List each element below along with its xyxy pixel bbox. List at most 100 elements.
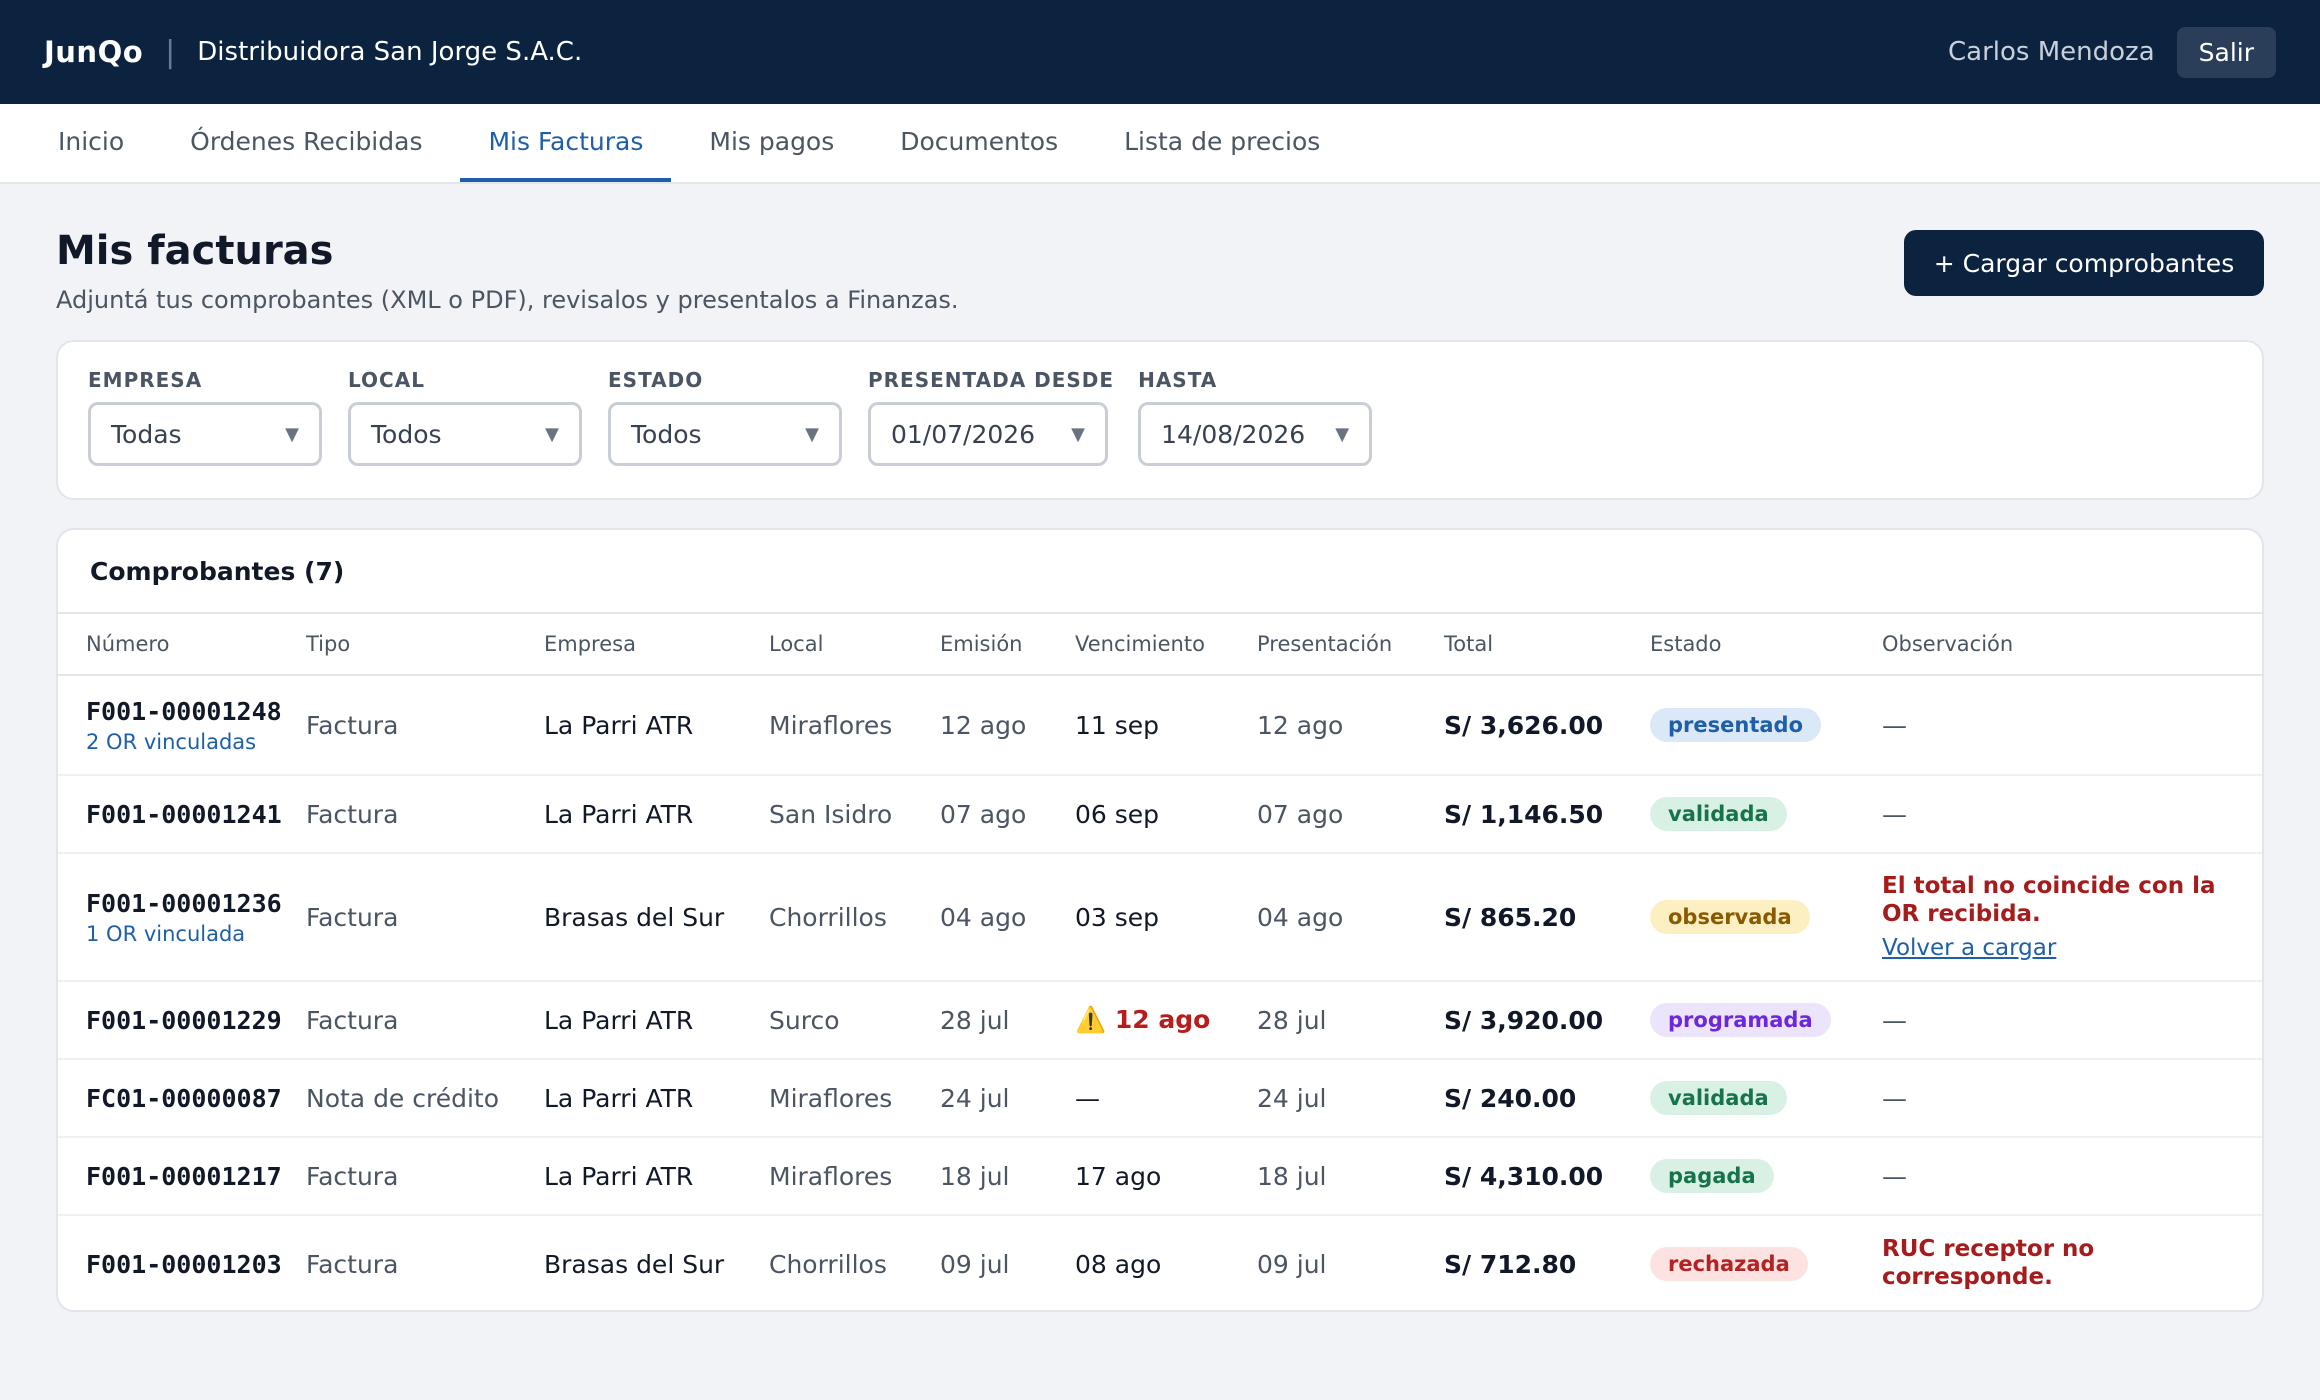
brand-separator: | (165, 34, 176, 70)
tab-mis-facturas[interactable]: Mis Facturas (460, 104, 672, 182)
table-row[interactable]: F001-00001248 2 OR vinculadas Factura La… (58, 676, 2262, 776)
invoice-number[interactable]: F001-00001229 (86, 1006, 306, 1035)
invoice-number[interactable]: F001-00001236 (86, 889, 306, 918)
invoice-number[interactable]: F001-00001217 (86, 1162, 306, 1191)
cell-emision: 28 jul (940, 1005, 1010, 1035)
filter-local-select[interactable]: Todos ▼ (348, 402, 582, 466)
filter-estado-label: ESTADO (608, 368, 704, 392)
cell-presentacion: 18 jul (1257, 1161, 1327, 1191)
linked-or-link[interactable]: 2 OR vinculadas (86, 730, 306, 754)
cell-estado: observada (1650, 900, 1882, 934)
col-observacion[interactable]: Observación (1882, 632, 2222, 656)
col-vencimiento[interactable]: Vencimiento (1075, 632, 1257, 656)
cell-observacion: — (1882, 1083, 1907, 1113)
cell-tipo: Factura (306, 1161, 399, 1191)
filter-estado-value: Todos (631, 419, 702, 449)
filter-hasta-select[interactable]: 14/08/2026 ▼ (1138, 402, 1373, 466)
cell-numero: F001-00001203 (58, 1250, 306, 1279)
filter-empresa-select[interactable]: Todas ▼ (88, 402, 322, 466)
filter-local: LOCAL Todos ▼ (348, 368, 582, 472)
col-emision[interactable]: Emisión (940, 632, 1075, 656)
col-presentacion[interactable]: Presentación (1257, 632, 1444, 656)
col-total[interactable]: Total (1444, 632, 1650, 656)
status-badge: validada (1650, 797, 1787, 831)
table-row[interactable]: F001-00001236 1 OR vinculada Factura Bra… (58, 854, 2262, 982)
tab-ordenes-recibidas[interactable]: Órdenes Recibidas (162, 104, 450, 182)
tab-lista-de-precios[interactable]: Lista de precios (1096, 104, 1348, 182)
table-row[interactable]: F001-00001241 Factura La Parri ATR San I… (58, 776, 2262, 854)
cell-empresa: La Parri ATR (544, 1005, 694, 1035)
status-badge: observada (1650, 900, 1810, 934)
invoice-number[interactable]: FC01-00000087 (86, 1084, 306, 1113)
filter-hasta-value: 14/08/2026 (1161, 419, 1306, 449)
status-badge: validada (1650, 1081, 1787, 1115)
cell-tipo: Factura (306, 1249, 399, 1279)
filter-local-value: Todos (371, 419, 442, 449)
table-header: Número Tipo Empresa Local Emisión Vencim… (58, 614, 2262, 676)
invoice-number[interactable]: F001-00001241 (86, 800, 306, 829)
reupload-link[interactable]: Volver a cargar (1882, 935, 2056, 961)
table-row[interactable]: F001-00001217 Factura La Parri ATR Miraf… (58, 1138, 2262, 1216)
linked-or-link[interactable]: 1 OR vinculada (86, 922, 306, 946)
tab-mis-pagos[interactable]: Mis pagos (681, 104, 862, 182)
filter-desde-value: 01/07/2026 (891, 419, 1036, 449)
col-numero[interactable]: Número (58, 632, 306, 656)
chevron-down-icon: ▼ (545, 423, 559, 445)
col-local[interactable]: Local (769, 632, 940, 656)
cell-empresa: La Parri ATR (544, 1161, 694, 1191)
cell-estado: presentado (1650, 708, 1882, 742)
cell-presentacion: 12 ago (1257, 710, 1344, 740)
brand: JunQo | Distribuidora San Jorge S.A.C. (44, 35, 582, 70)
cell-total: S/ 3,626.00 (1444, 710, 1604, 740)
filter-empresa: EMPRESA Todas ▼ (88, 368, 322, 472)
cell-estado: validada (1650, 1081, 1882, 1115)
filter-desde-select[interactable]: 01/07/2026 ▼ (868, 402, 1108, 466)
cell-vencimiento: — (1075, 1083, 1100, 1113)
cell-total: S/ 240.00 (1444, 1083, 1577, 1113)
status-badge: rechazada (1650, 1247, 1808, 1281)
cell-vencimiento: ⚠️ 12 ago (1075, 1005, 1257, 1035)
cell-tipo: Factura (306, 1005, 399, 1035)
cell-observacion: El total no coincide con la OR recibida.… (1882, 873, 2222, 960)
chevron-down-icon: ▼ (285, 423, 299, 445)
nav-tabs: Inicio Órdenes Recibidas Mis Facturas Mi… (0, 104, 2320, 184)
cell-observacion: — (1882, 799, 1907, 829)
table-row[interactable]: F001-00001229 Factura La Parri ATR Surco… (58, 982, 2262, 1060)
col-tipo[interactable]: Tipo (306, 632, 544, 656)
cell-presentacion: 04 ago (1257, 902, 1344, 932)
chevron-down-icon: ▼ (1071, 423, 1085, 445)
cell-empresa: La Parri ATR (544, 710, 694, 740)
chevron-down-icon: ▼ (1335, 423, 1350, 445)
invoice-number[interactable]: F001-00001248 (86, 697, 306, 726)
cell-presentacion: 07 ago (1257, 799, 1344, 829)
top-bar: JunQo | Distribuidora San Jorge S.A.C. C… (0, 0, 2320, 104)
status-badge: pagada (1650, 1159, 1774, 1193)
table-row[interactable]: FC01-00000087 Nota de crédito La Parri A… (58, 1060, 2262, 1138)
cell-local: San Isidro (769, 799, 893, 829)
app-logo[interactable]: JunQo (44, 35, 143, 69)
cell-empresa: La Parri ATR (544, 1083, 694, 1113)
upload-receipts-button[interactable]: + Cargar comprobantes (1904, 230, 2264, 296)
cell-presentacion: 24 jul (1257, 1083, 1327, 1113)
filter-local-label: LOCAL (348, 368, 425, 392)
invoice-number[interactable]: F001-00001203 (86, 1250, 306, 1279)
tab-inicio[interactable]: Inicio (30, 104, 152, 182)
table-row[interactable]: F001-00001203 Factura Brasas del Sur Cho… (58, 1216, 2262, 1310)
cell-observacion: — (1882, 710, 1907, 740)
cell-emision: 09 jul (940, 1249, 1010, 1279)
due-date-overdue: 12 ago (1114, 1005, 1211, 1034)
chevron-down-icon: ▼ (805, 423, 819, 445)
cell-empresa: La Parri ATR (544, 799, 694, 829)
cell-local: Surco (769, 1005, 840, 1035)
status-badge: presentado (1650, 708, 1821, 742)
filter-estado-select[interactable]: Todos ▼ (608, 402, 842, 466)
tab-documentos[interactable]: Documentos (872, 104, 1086, 182)
cell-numero: F001-00001241 (58, 800, 306, 829)
col-empresa[interactable]: Empresa (544, 632, 769, 656)
filter-hasta-label: HASTA (1138, 368, 1218, 392)
col-estado[interactable]: Estado (1650, 632, 1882, 656)
cell-vencimiento: 11 sep (1075, 710, 1160, 740)
filter-empresa-value: Todas (111, 419, 182, 449)
logout-button[interactable]: Salir (2176, 26, 2276, 78)
cell-estado: pagada (1650, 1159, 1882, 1193)
